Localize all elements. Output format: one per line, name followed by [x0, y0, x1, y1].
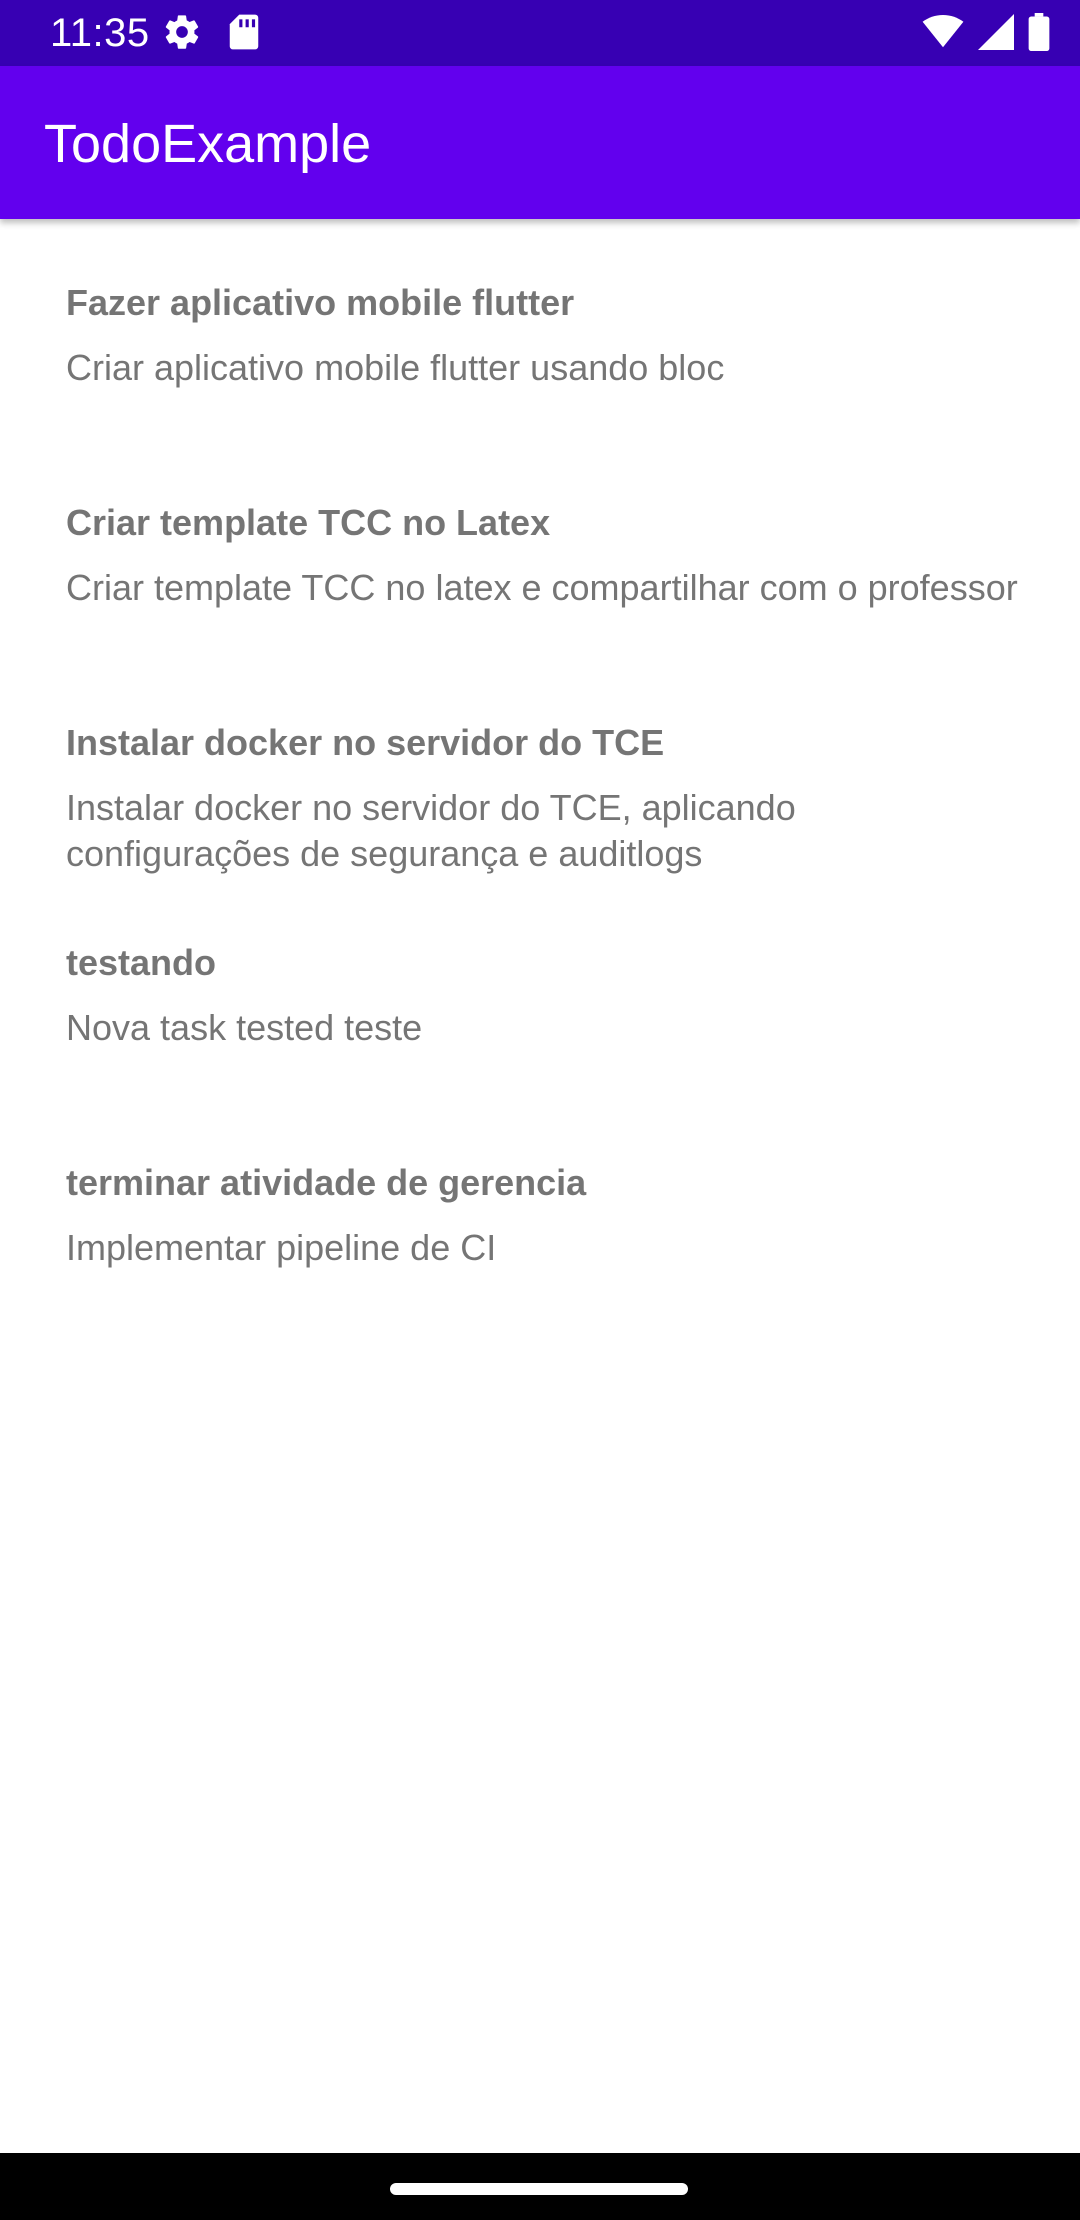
- todo-description: Criar aplicativo mobile flutter usando b…: [66, 347, 725, 388]
- todo-title: testando: [66, 942, 217, 983]
- todo-title: Instalar docker no servidor do TCE: [66, 722, 665, 763]
- todo-title: Fazer aplicativo mobile flutter: [66, 282, 575, 323]
- battery-icon: [1028, 12, 1050, 56]
- todo-item[interactable]: Instalar docker no servidor do TCE Insta…: [66, 721, 1026, 877]
- todo-item[interactable]: testando Nova task tested teste: [66, 941, 1026, 1051]
- navigation-bar: [0, 2153, 1080, 2220]
- wifi-icon: [922, 14, 964, 54]
- status-right-icons: [922, 12, 1050, 56]
- sd-card-icon: [228, 13, 260, 56]
- todo-item[interactable]: Fazer aplicativo mobile flutter Criar ap…: [66, 281, 1026, 391]
- status-time: 11:35: [50, 11, 150, 55]
- app-bar: TodoExample: [0, 66, 1080, 219]
- status-left-icons: [162, 14, 260, 54]
- status-bar: 11:35: [0, 0, 1080, 66]
- todo-item[interactable]: Criar template TCC no Latex Criar templa…: [66, 501, 1026, 611]
- app-title: TodoExample: [44, 114, 372, 174]
- settings-icon: [162, 12, 202, 57]
- todo-description: Instalar docker no servidor do TCE, apli…: [66, 787, 796, 874]
- cell-signal-icon: [978, 13, 1014, 55]
- todo-description: Nova task tested teste: [66, 1007, 423, 1048]
- todo-item[interactable]: terminar atividade de gerencia Implement…: [66, 1161, 1026, 1271]
- todo-description: Criar template TCC no latex e compartilh…: [66, 567, 1018, 608]
- todo-description: Implementar pipeline de CI: [66, 1227, 497, 1268]
- todo-title: terminar atividade de gerencia: [66, 1162, 587, 1203]
- todo-title: Criar template TCC no Latex: [66, 502, 551, 543]
- home-indicator[interactable]: [390, 2183, 688, 2195]
